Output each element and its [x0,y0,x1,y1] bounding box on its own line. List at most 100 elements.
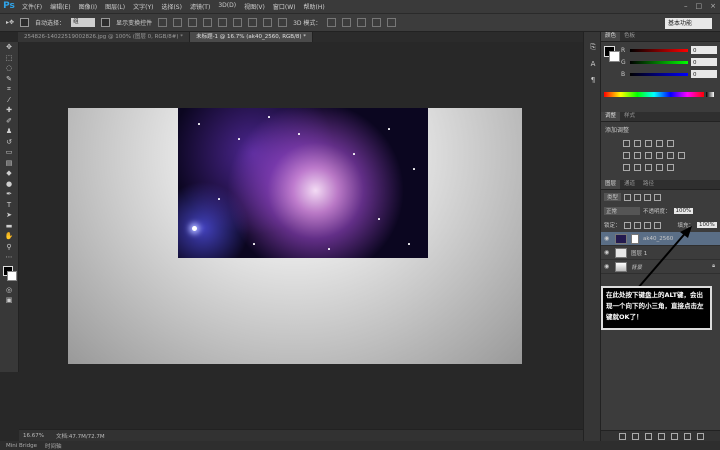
minimize-button[interactable]: – [684,2,688,10]
align-top-icon[interactable] [158,18,168,27]
layer-filter-dropdown[interactable]: 类型 [604,193,622,201]
rotate-3d-icon[interactable] [327,18,337,27]
menu-item[interactable]: 窗口(W) [269,2,300,11]
invert-icon[interactable] [623,163,630,171]
path-select-tool-icon[interactable]: ➤ [0,210,18,221]
tab-paths[interactable]: 路径 [639,180,658,189]
healing-brush-tool-icon[interactable]: ✚ [0,105,18,116]
green-slider[interactable] [630,60,688,64]
black-white-icon[interactable] [645,151,652,159]
move-tool-icon[interactable]: ▸✥ [6,19,14,26]
history-brush-tool-icon[interactable]: ↺ [0,137,18,148]
show-transform-checkbox[interactable] [101,18,111,27]
align-center-icon[interactable] [218,18,228,27]
color-lookup-icon[interactable] [678,151,685,159]
type-tool-icon[interactable]: T [0,200,18,211]
slide-3d-icon[interactable] [372,18,382,27]
tab-timeline[interactable]: 时间轴 [45,442,62,450]
vibrance-icon[interactable] [667,139,674,147]
background-color-swatch[interactable] [7,270,17,281]
menu-item[interactable]: 帮助(H) [300,2,329,11]
green-value[interactable]: 0 [691,58,717,66]
tab-channels[interactable]: 通道 [620,180,639,189]
marquee-tool-icon[interactable]: ⬚ [0,53,18,64]
gradient-tool-icon[interactable]: ▤ [0,158,18,169]
exposure-icon[interactable] [656,139,663,147]
move-tool-icon[interactable]: ✥ [0,42,18,53]
screen-mode-icon[interactable]: ▣ [0,295,18,306]
workspace-dropdown[interactable]: 基本功能 [665,18,712,29]
tab-mini-bridge[interactable]: Mini Bridge [6,443,37,449]
distribute-bottom-icon[interactable] [278,18,288,27]
eraser-tool-icon[interactable]: ▭ [0,147,18,158]
align-left-icon[interactable] [203,18,213,27]
clone-stamp-tool-icon[interactable]: ♟ [0,126,18,137]
opacity-input[interactable]: 100% [673,208,694,214]
quick-mask-icon[interactable]: ◎ [0,285,18,296]
menu-item[interactable]: 选择(S) [157,2,186,11]
maximize-button[interactable]: □ [696,2,703,10]
tab-styles[interactable]: 样式 [620,112,639,121]
nebula-image-layer[interactable] [178,108,428,258]
menu-item[interactable]: 3D(D) [214,2,240,11]
blue-value[interactable]: 0 [691,70,717,78]
shape-tool-icon[interactable]: ▬ [0,221,18,232]
color-swatches[interactable] [0,263,18,285]
blue-slider[interactable] [630,72,688,76]
close-button[interactable]: × [710,2,716,10]
align-middle-icon[interactable] [173,18,183,27]
posterize-icon[interactable] [634,163,641,171]
new-layer-icon[interactable] [683,432,691,440]
dodge-tool-icon[interactable]: ● [0,179,18,190]
tab-swatches[interactable]: 色板 [620,32,639,41]
tab-document-1[interactable]: 254826-14022519002826.jpg @ 100% (图层 0, … [18,32,191,42]
filter-pixel-icon[interactable] [624,193,632,201]
eyedropper-tool-icon[interactable]: ⁄ [0,95,18,106]
menu-item[interactable]: 编辑(E) [46,2,74,11]
tab-color[interactable]: 颜色 [601,32,621,41]
align-bottom-icon[interactable] [188,18,198,27]
filter-shape-icon[interactable] [654,193,662,201]
channel-mixer-icon[interactable] [667,151,674,159]
delete-layer-icon[interactable] [696,432,704,440]
hand-tool-icon[interactable]: ✋ [0,231,18,242]
layer-style-icon[interactable] [631,432,639,440]
menu-item[interactable]: 图像(I) [75,2,101,11]
scale-3d-icon[interactable] [387,18,397,27]
new-adjustment-icon[interactable] [657,432,665,440]
red-slider[interactable] [630,48,688,52]
quick-select-tool-icon[interactable]: ✎ [0,74,18,85]
zoom-tool-icon[interactable]: ⚲ [0,242,18,253]
menu-item[interactable]: 文字(Y) [129,2,157,11]
zoom-level[interactable]: 16.67% [23,433,44,439]
threshold-icon[interactable] [645,163,652,171]
photo-filter-icon[interactable] [656,151,663,159]
lasso-tool-icon[interactable]: ◌ [0,63,18,74]
tab-document-2[interactable]: 未标题-1 @ 16.7% (ak40_2560, RGB/8) * [190,32,314,42]
pen-tool-icon[interactable]: ✒ [0,189,18,200]
panel-background-swatch[interactable] [609,51,620,62]
levels-icon[interactable] [634,139,641,147]
color-spectrum-bar[interactable] [604,92,704,97]
new-group-icon[interactable] [670,432,678,440]
filter-adjust-icon[interactable] [634,193,642,201]
edit-toolbar-icon[interactable]: ⋯ [0,252,18,263]
roll-3d-icon[interactable] [342,18,352,27]
gradient-map-icon[interactable] [656,163,663,171]
pan-3d-icon[interactable] [357,18,367,27]
auto-select-checkbox[interactable] [20,18,30,27]
link-layers-icon[interactable] [618,432,626,440]
brightness-icon[interactable] [623,139,630,147]
align-right-icon[interactable] [233,18,243,27]
menu-item[interactable]: 视图(V) [240,2,269,11]
hue-saturation-icon[interactable] [623,151,630,159]
tab-adjustments[interactable]: 调整 [601,112,621,121]
auto-select-dropdown[interactable]: 组 [71,18,96,27]
brush-tool-icon[interactable]: ✐ [0,116,18,127]
blur-tool-icon[interactable]: ◆ [0,168,18,179]
add-mask-icon[interactable] [644,432,652,440]
red-value[interactable]: 0 [691,46,717,54]
menu-item[interactable]: 文件(F) [18,2,46,11]
curves-icon[interactable] [645,139,652,147]
distribute-top-icon[interactable] [248,18,258,27]
